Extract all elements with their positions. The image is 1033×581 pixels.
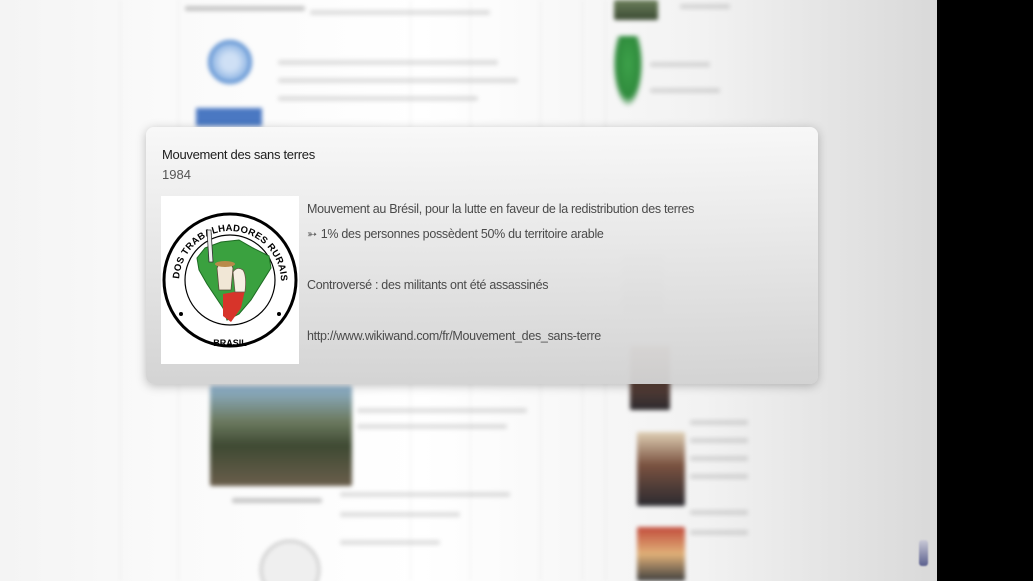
app-icon[interactable] [919, 540, 928, 566]
ghost-text [650, 88, 720, 93]
event-stat-row: ➳ 1% des personnes possèdent 50% du terri… [307, 227, 604, 241]
black-margin [937, 0, 1033, 581]
bow-arrow-icon: ➳ [307, 227, 317, 241]
mst-logo-image: MOVIMENTO DOS TRABALHADORES RURAIS SEM T… [157, 188, 299, 364]
ghost-text [690, 510, 748, 515]
map-thumbnail [613, 36, 643, 106]
event-description: Mouvement au Brésil, pour la lutte en fa… [307, 202, 695, 216]
photo-thumbnail [210, 386, 352, 486]
photo-thumbnail [637, 432, 685, 506]
mst-logo-icon: MOVIMENTO DOS TRABALHADORES RURAIS SEM T… [157, 188, 298, 348]
ghost-text [690, 530, 748, 535]
ghost-text [690, 456, 748, 461]
event-year: 1984 [162, 167, 191, 182]
ghost-text [680, 4, 730, 9]
ghost-text [690, 438, 748, 443]
event-controversy: Controversé : des militants ont été assa… [307, 278, 549, 292]
event-popup-card[interactable]: Mouvement des sans terres 1984 MOVIMENTO… [146, 127, 818, 384]
ghost-text [340, 540, 440, 545]
ghost-text [690, 474, 748, 479]
ghost-text [690, 420, 748, 425]
un-emblem-icon [208, 40, 252, 84]
event-link[interactable]: http://www.wikiwand.com/fr/Mouvement_des… [307, 329, 601, 343]
globe-icon [260, 540, 320, 581]
ghost-text [278, 60, 498, 65]
ghost-text [357, 408, 527, 413]
photo-thumbnail [637, 527, 685, 581]
grid-line [120, 0, 121, 581]
event-stat-text: 1% des personnes possèdent 50% du territ… [320, 227, 604, 241]
ghost-text [278, 78, 518, 83]
blue-banner [196, 108, 262, 126]
photo-thumbnail [614, 0, 658, 20]
ghost-text [357, 424, 507, 429]
ghost-text [340, 512, 460, 517]
logo-country-text: BRASIL [213, 338, 247, 348]
event-title: Mouvement des sans terres [162, 147, 315, 162]
ghost-text [185, 6, 305, 11]
ghost-text [232, 498, 322, 503]
ghost-text [278, 96, 478, 101]
ghost-text [650, 62, 710, 67]
ghost-text [340, 492, 510, 497]
ghost-text [310, 10, 490, 15]
